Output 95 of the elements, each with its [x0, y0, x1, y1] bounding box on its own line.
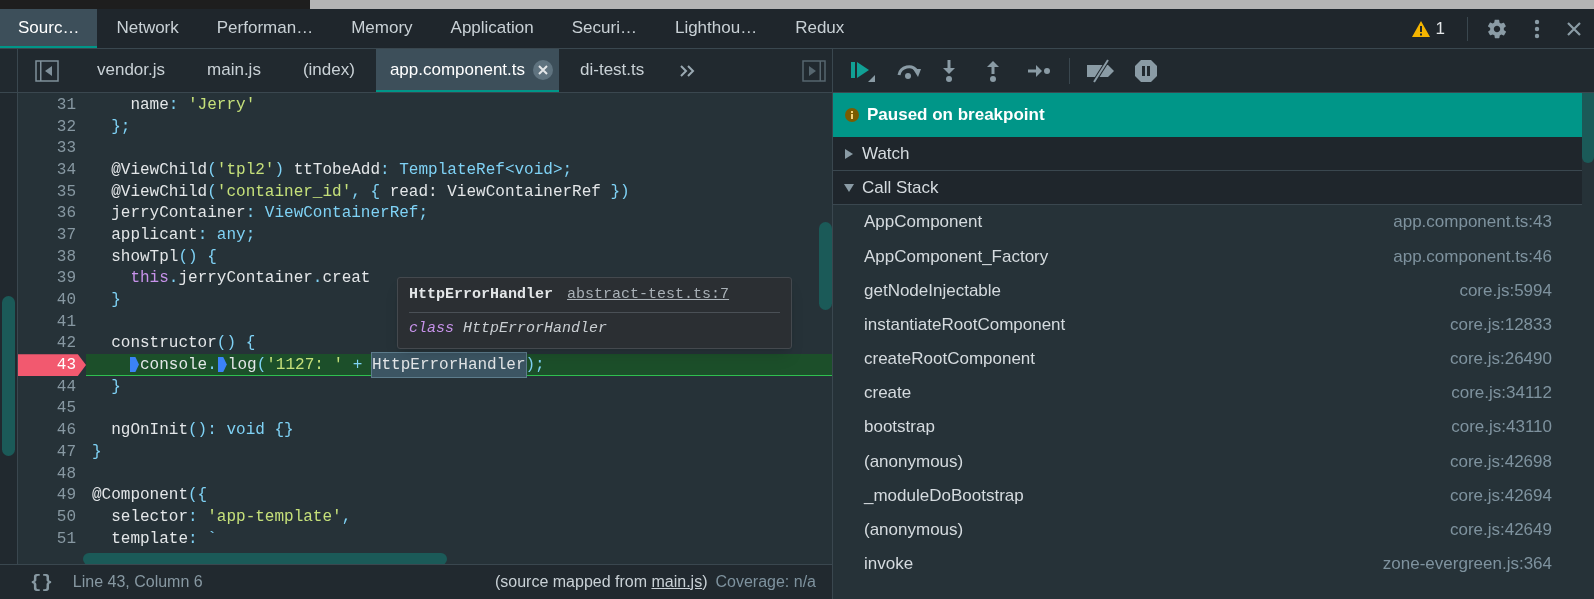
line-number[interactable]: 47 — [18, 441, 86, 463]
info-icon — [845, 108, 859, 122]
triangle-right-icon — [844, 148, 854, 159]
line-number[interactable]: 39 — [18, 267, 86, 290]
coverage-label: Coverage: n/a — [715, 572, 816, 592]
call-frame[interactable]: _moduleDoBootstrap core.js:42694 — [833, 478, 1582, 513]
line-number[interactable]: 34 — [18, 159, 86, 181]
code-line: ngOnInit(): void {} — [110, 420, 294, 442]
scrollbar-thumb[interactable] — [1582, 93, 1594, 163]
code-line: } — [110, 290, 121, 312]
panel-tab[interactable]: Lighthou… — [655, 9, 777, 48]
line-number[interactable]: 48 — [18, 462, 86, 485]
format-icon[interactable]: {} — [30, 567, 53, 597]
close-icon[interactable] — [1566, 20, 1582, 37]
call-frame[interactable]: createRootComponent core.js:26490 — [833, 341, 1582, 376]
file-tab[interactable]: di-test.ts — [559, 49, 666, 92]
section-header[interactable]: Call Stack — [833, 171, 1582, 205]
code-line: constructor() { — [110, 333, 256, 355]
panel-tab[interactable]: Redux — [776, 9, 864, 48]
code-line: @ViewChild('tpl2') ttTobeAdd: TemplateRef<void>; — [110, 159, 573, 181]
panel-tab[interactable]: Memory — [332, 9, 432, 48]
scrollbar-thumb[interactable] — [83, 553, 447, 565]
banner-text: Paused on breakpoint — [867, 104, 1045, 127]
line-number[interactable]: 40 — [18, 289, 86, 311]
file-tab[interactable]: main.js — [186, 49, 282, 92]
triangle-down-icon — [844, 182, 854, 193]
more-options-icon[interactable] — [1534, 18, 1540, 39]
line-number[interactable]: 51 — [18, 527, 86, 550]
call-frame[interactable]: instantiateRootComponent core.js:12833 — [833, 307, 1582, 342]
call-frame[interactable]: (anonymous) core.js:42698 — [833, 444, 1582, 479]
call-frame[interactable]: (anonymous) core.js:42649 — [833, 512, 1582, 547]
close-icon[interactable] — [533, 59, 554, 80]
line-number[interactable]: 38 — [18, 245, 86, 268]
code-line: template: ` — [110, 528, 217, 550]
section-header[interactable]: Watch — [833, 137, 1582, 171]
file-tab[interactable]: (index) — [281, 49, 376, 92]
call-frame[interactable]: bootstrap core.js:43110 — [833, 410, 1582, 445]
call-frame[interactable]: getNodeInjectable core.js:5994 — [833, 273, 1582, 308]
step-icon[interactable] — [1027, 62, 1051, 79]
step-out-icon[interactable] — [985, 58, 1001, 83]
inline-breakpoint-icon[interactable] — [217, 357, 227, 373]
line-number[interactable]: 44 — [18, 375, 86, 398]
line-number[interactable]: 32 — [18, 115, 86, 138]
settings-icon[interactable] — [1486, 17, 1508, 40]
panel-tab[interactable]: Network — [97, 9, 198, 48]
code-line: selector: 'app-template', — [110, 506, 352, 528]
source-link[interactable]: main.js — [651, 573, 703, 590]
source-map-note: (source mapped from main.js) — [494, 572, 708, 592]
call-frame[interactable]: AppComponent app.component.ts:43 — [833, 205, 1582, 240]
code-line: name: 'Jerry' — [129, 94, 256, 116]
sidebar-toggle-icon[interactable] — [802, 59, 826, 82]
cursor-position: Line 43, Column 6 — [72, 572, 203, 592]
symbol-signature: class HttpErrorHandler — [409, 318, 609, 339]
inline-breakpoint-icon[interactable] — [130, 357, 139, 373]
code-line: }; — [110, 116, 131, 138]
code-line: @Component({ — [92, 485, 208, 507]
code-line: this.jerryContainer.creat — [129, 268, 371, 290]
pause-on-exceptions-icon[interactable] — [1134, 58, 1158, 83]
line-number[interactable]: 45 — [18, 397, 86, 420]
double-chevron-icon[interactable] — [679, 63, 696, 78]
code-line: } — [110, 376, 121, 398]
warning-icon — [1411, 20, 1430, 37]
scrollbar-thumb[interactable] — [2, 296, 15, 456]
panel-tab[interactable]: Securi… — [552, 9, 656, 48]
scrollbar-thumb[interactable] — [819, 222, 832, 310]
deactivate-breakpoints-icon[interactable] — [1086, 58, 1116, 83]
line-number[interactable]: 33 — [18, 137, 86, 160]
line-number[interactable]: 31 — [18, 94, 86, 116]
line-number[interactable]: 41 — [18, 310, 86, 333]
line-number[interactable]: 37 — [18, 224, 86, 246]
panel-tab[interactable]: Sourc… — [0, 9, 98, 48]
file-tab[interactable]: app.component.ts — [375, 49, 560, 92]
call-frame[interactable]: invoke zone-evergreen.js:364 — [833, 546, 1582, 582]
code-line: } — [92, 441, 102, 463]
code-line: jerryContainer: ViewContainerRef; — [110, 203, 429, 225]
line-number[interactable]: 49 — [18, 484, 86, 507]
step-into-icon[interactable] — [941, 58, 957, 83]
line-number[interactable]: 50 — [18, 506, 86, 528]
file-tab[interactable]: vendor.js — [76, 49, 187, 92]
code-line: @ViewChild('container_id', { read: ViewContainerRef }) — [110, 181, 630, 203]
line-number[interactable]: 42 — [18, 332, 86, 355]
symbol-name: HttpErrorHandler — [409, 285, 554, 305]
warning-count[interactable]: 1 — [1435, 15, 1445, 42]
source-link[interactable]: abstract-test.ts:7 — [567, 284, 730, 307]
code-line: showTpl() { — [110, 246, 217, 268]
panel-tab[interactable]: Application — [431, 9, 553, 48]
call-frame[interactable]: AppComponent_Factory app.component.ts:46 — [833, 239, 1582, 274]
panel-tab[interactable]: Performan… — [197, 9, 333, 48]
sidebar-toggle-icon[interactable] — [35, 59, 59, 82]
line-number[interactable]: 35 — [18, 180, 86, 203]
line-number[interactable]: 46 — [18, 419, 86, 441]
line-number[interactable]: 36 — [18, 202, 86, 225]
call-frame[interactable]: create core.js:34112 — [833, 375, 1582, 411]
code-line: console. log('1127: ' + HttpErrorHandler); — [92, 352, 545, 377]
code-line: applicant: any; — [110, 224, 256, 246]
